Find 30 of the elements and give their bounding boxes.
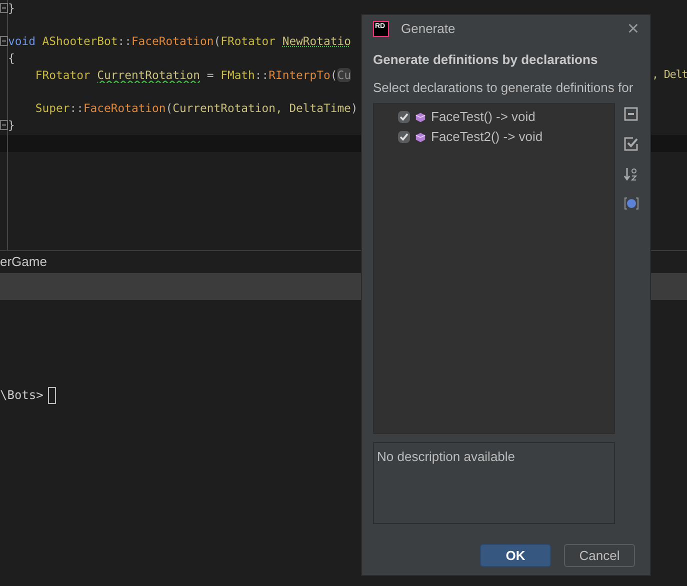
sort-icon[interactable] [624, 167, 638, 181]
checkbox[interactable] [398, 131, 410, 143]
cube-icon [415, 132, 426, 142]
code-line: } [8, 1, 15, 15]
fold-icon[interactable] [0, 36, 8, 46]
collapse-icon[interactable] [624, 107, 638, 121]
code-line: } [8, 118, 15, 132]
dialog-subtitle: Select declarations to generate definitions for [372, 78, 634, 97]
code-line: FRotator CurrentRotation = FMath::RInterpTo(Cu [34, 68, 351, 82]
ok-button[interactable]: OK [480, 544, 551, 567]
cube-icon [415, 112, 426, 122]
class-icon[interactable] [624, 197, 638, 210]
declaration-label[interactable]: FaceTest() -> void [431, 107, 536, 127]
cancel-button[interactable]: Cancel [564, 544, 635, 567]
panel-title[interactable]: erGame [0, 252, 47, 272]
check-all-icon[interactable] [624, 137, 638, 151]
dialog-heading: Generate definitions by declarations [372, 51, 599, 69]
code-line: Super::FaceRotation(CurrentRotation, DeltaTime) [34, 101, 358, 116]
terminal-prompt: \Bots> [0, 387, 44, 404]
code-line: void AShooterBot::FaceRotation(FRotator NewRotatio [8, 34, 351, 48]
code-line: , Delt [652, 66, 687, 83]
checkbox[interactable] [398, 111, 410, 123]
fold-icon[interactable] [0, 120, 8, 130]
terminal-cursor [48, 386, 56, 404]
description-box: No description available [373, 442, 615, 524]
dialog-title: Generate [401, 20, 456, 38]
fold-icon[interactable] [0, 3, 8, 13]
code-line: { [8, 51, 15, 66]
close-button[interactable]: × [627, 19, 639, 39]
declaration-label[interactable]: FaceTest2() -> void [431, 127, 543, 147]
